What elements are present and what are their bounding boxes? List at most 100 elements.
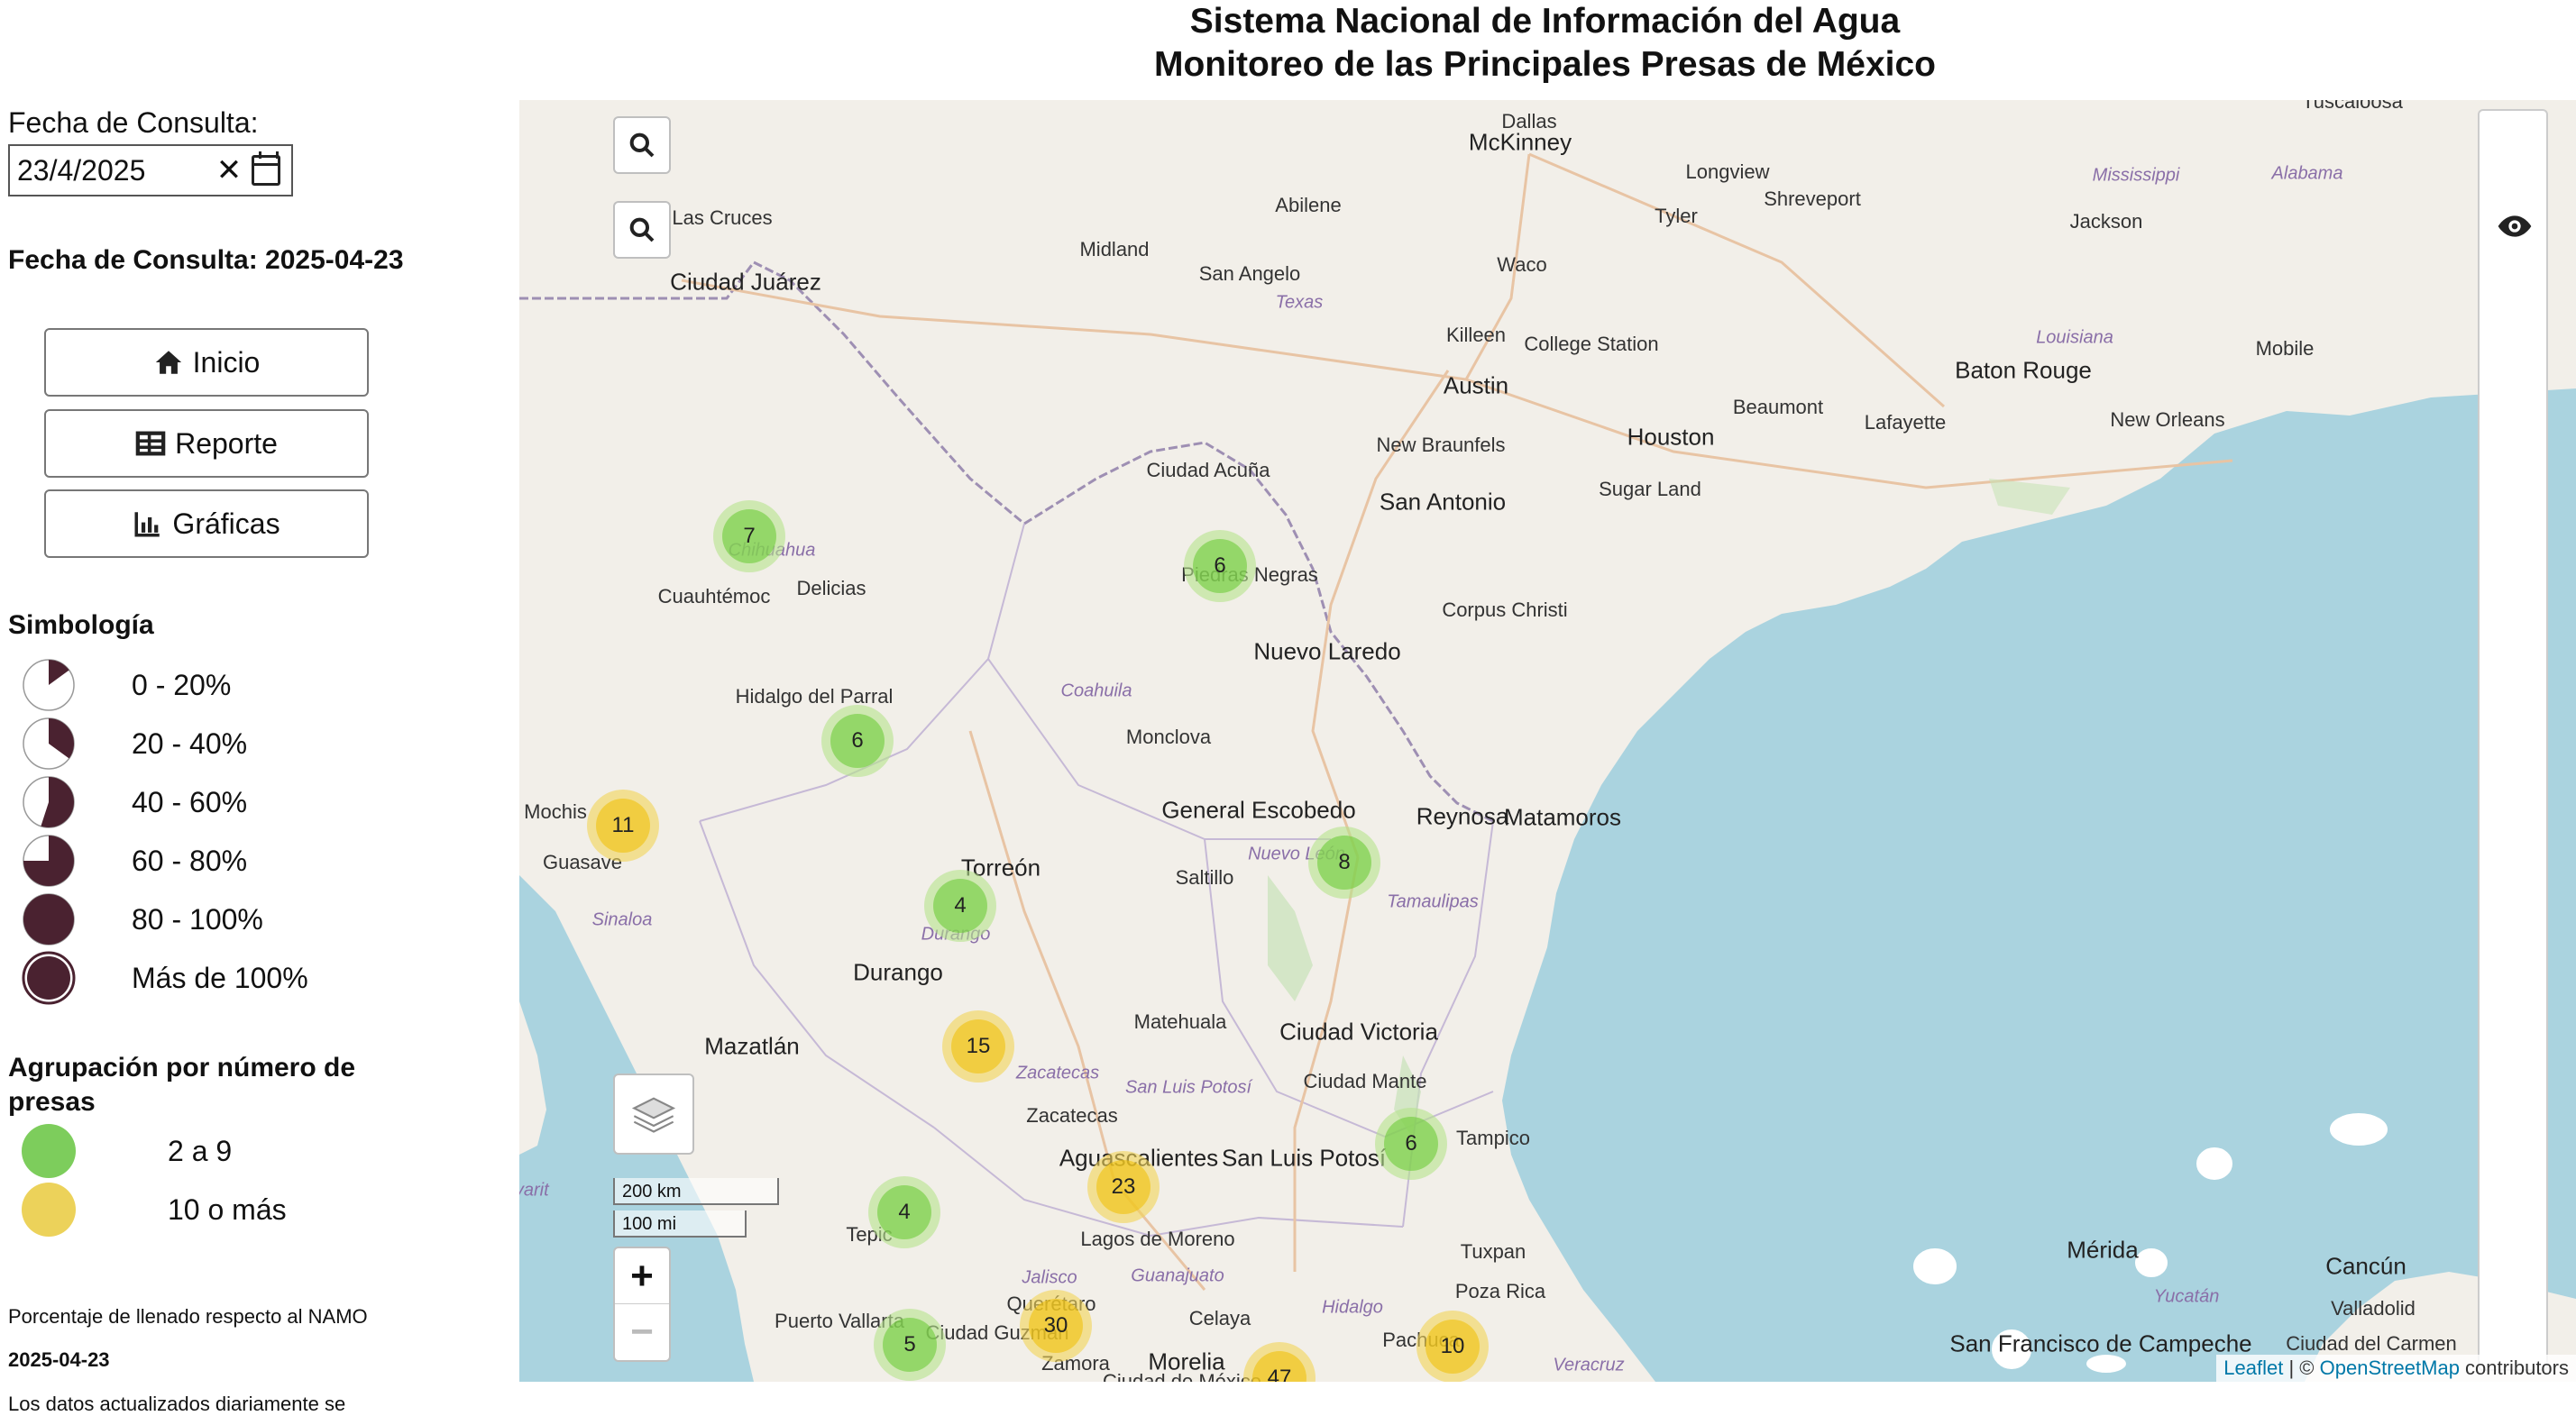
map-place-label: Veracruz bbox=[1553, 1355, 1625, 1375]
us-mexico-border bbox=[519, 260, 1494, 823]
map-place-label: San Francisco de Campeche bbox=[1949, 1329, 2252, 1357]
home-icon bbox=[155, 351, 181, 374]
map-place-label: Monclova bbox=[1125, 726, 1212, 748]
map-place-label: Killeen bbox=[1445, 324, 1507, 346]
cluster-count: 6 bbox=[830, 714, 885, 768]
dam-cluster-marker[interactable]: 8 bbox=[1308, 827, 1380, 899]
dam-cluster-marker[interactable]: 6 bbox=[1375, 1108, 1447, 1180]
report-button-label: Reporte bbox=[175, 426, 278, 460]
dam-cluster-marker[interactable]: 6 bbox=[1184, 530, 1256, 602]
attribution: Leaflet | © OpenStreetMap contributors bbox=[2216, 1355, 2576, 1382]
dam-cluster-marker[interactable]: 6 bbox=[821, 705, 894, 777]
cluster-count: 15 bbox=[951, 1019, 1005, 1073]
date-value: 23/4/2025 bbox=[17, 153, 146, 187]
symbology-item: 60 - 80% bbox=[22, 834, 247, 888]
map-place-label: Mérida bbox=[2067, 1236, 2139, 1264]
dam-cluster-marker[interactable]: 4 bbox=[868, 1176, 940, 1248]
grouping-label: 2 a 9 bbox=[168, 1134, 233, 1167]
dam-cluster-marker[interactable]: 30 bbox=[1020, 1290, 1092, 1362]
cluster-count: 7 bbox=[722, 509, 776, 563]
geo-search-button[interactable] bbox=[613, 201, 671, 259]
lake bbox=[2326, 1110, 2391, 1149]
calendar-icon[interactable] bbox=[252, 151, 280, 186]
dam-cluster-marker[interactable]: 23 bbox=[1087, 1151, 1160, 1223]
dam-cluster-marker[interactable]: 7 bbox=[713, 500, 785, 572]
zoom-control: + − bbox=[613, 1247, 671, 1362]
cluster-count: 47 bbox=[1252, 1351, 1306, 1382]
map-place-label: Poza Rica bbox=[1454, 1280, 1546, 1302]
map-place-label: Austin bbox=[1443, 371, 1509, 399]
map-place-label: Mochis bbox=[524, 800, 587, 823]
map-place-label: Sugar Land bbox=[1599, 478, 1701, 500]
note-more: Los datos actualizados diariamente se bbox=[8, 1393, 346, 1415]
map-place-label: College Station bbox=[1524, 333, 1659, 355]
dam-cluster-marker[interactable]: 5 bbox=[874, 1309, 946, 1381]
map-place-label: Durango bbox=[853, 958, 943, 986]
map-place-label: McKinney bbox=[1468, 128, 1572, 156]
cluster-count: 30 bbox=[1029, 1299, 1083, 1353]
symbology-item: 0 - 20% bbox=[22, 658, 231, 712]
charts-button[interactable]: Gráficas bbox=[44, 489, 369, 558]
map-place-label: Zacatecas bbox=[1026, 1104, 1118, 1127]
map-place-label: Midland bbox=[1079, 238, 1150, 260]
map-place-label: Coahuila bbox=[1060, 681, 1132, 701]
fill-level-pie-icon bbox=[23, 717, 75, 770]
layer-panel[interactable] bbox=[2478, 109, 2548, 1371]
map-place-label: Ciudad Victoria bbox=[1279, 1018, 1438, 1046]
map-place-label: General Escobedo bbox=[1161, 796, 1356, 824]
scale-km: 200 km bbox=[613, 1178, 779, 1205]
map-place-label: San Luis Potosí bbox=[1221, 1144, 1387, 1172]
map-place-label: Ciudad de México bbox=[1102, 1370, 1262, 1382]
namo-note: Porcentaje de llenado respecto al NAMO bbox=[8, 1305, 368, 1328]
map-place-label: Tuscaloosa bbox=[2302, 100, 2403, 113]
clear-icon[interactable]: ✕ bbox=[206, 152, 252, 188]
osm-link[interactable]: OpenStreetMap bbox=[2320, 1357, 2460, 1379]
leaflet-link[interactable]: Leaflet bbox=[2223, 1357, 2283, 1379]
dam-cluster-marker[interactable]: 10 bbox=[1416, 1311, 1489, 1382]
map-place-label: Jalisco bbox=[1022, 1267, 1077, 1288]
fill-level-pie-icon bbox=[23, 835, 75, 887]
map[interactable]: Dallas McKinney Longview Shreveport Tyler Abi… bbox=[519, 100, 2576, 1382]
layers-icon bbox=[631, 1097, 676, 1133]
zoom-in-button[interactable]: + bbox=[615, 1248, 669, 1304]
map-place-label: Houston bbox=[1627, 423, 1715, 451]
map-place-label: Matamoros bbox=[1503, 803, 1622, 831]
map-place-label: Sinaloa bbox=[591, 909, 653, 930]
map-place-label: Yucatán bbox=[2153, 1286, 2220, 1307]
dam-cluster-marker[interactable]: 4 bbox=[924, 870, 996, 942]
map-place-label: Nayarit bbox=[519, 1180, 549, 1201]
search-button[interactable] bbox=[613, 116, 671, 174]
symbology-label: 60 - 80% bbox=[132, 844, 248, 877]
fill-level-pie-icon bbox=[23, 659, 75, 711]
sidebar: Fecha de Consulta: 23/4/2025 ✕ Fecha de … bbox=[0, 0, 451, 1415]
lake bbox=[1910, 1245, 1960, 1288]
map-place-label: Beaumont bbox=[1732, 396, 1824, 418]
map-place-label: Jackson bbox=[2069, 210, 2143, 233]
cluster-color-swatch bbox=[22, 1183, 76, 1237]
eye-icon[interactable] bbox=[2497, 208, 2533, 244]
symbology-item: Más de 100% bbox=[22, 951, 308, 1005]
map-place-label: Alabama bbox=[2271, 163, 2343, 184]
report-button[interactable]: Reporte bbox=[44, 409, 369, 478]
symbology-label: 40 - 60% bbox=[132, 785, 248, 818]
cluster-count: 8 bbox=[1317, 836, 1371, 890]
attribution-sep: | © bbox=[2283, 1357, 2320, 1379]
layers-button[interactable] bbox=[613, 1073, 694, 1155]
date-input[interactable]: 23/4/2025 ✕ bbox=[8, 144, 293, 196]
symbology-item: 80 - 100% bbox=[22, 892, 263, 946]
symbology-item: 20 - 40% bbox=[22, 717, 247, 771]
fill-level-pie-icon bbox=[23, 776, 75, 828]
dam-cluster-marker[interactable]: 11 bbox=[587, 790, 659, 862]
grouping-item: 10 o más bbox=[22, 1183, 287, 1237]
grouping-title: Agrupación por número de presas bbox=[8, 1053, 356, 1117]
map-place-label: Mazatlán bbox=[704, 1032, 800, 1060]
dam-cluster-marker[interactable]: 15 bbox=[942, 1010, 1014, 1083]
zoom-out-button[interactable]: − bbox=[615, 1304, 669, 1360]
map-place-label: Guanajuato bbox=[1131, 1265, 1224, 1286]
home-button[interactable]: Inicio bbox=[44, 328, 369, 397]
map-place-label: San Luis Potosí bbox=[1124, 1077, 1252, 1098]
map-place-label: New Orleans bbox=[2110, 408, 2225, 431]
map-place-label: Corpus Christi bbox=[1442, 598, 1568, 621]
map-place-label: Reynosa bbox=[1416, 802, 1509, 830]
cluster-count: 10 bbox=[1426, 1320, 1480, 1374]
